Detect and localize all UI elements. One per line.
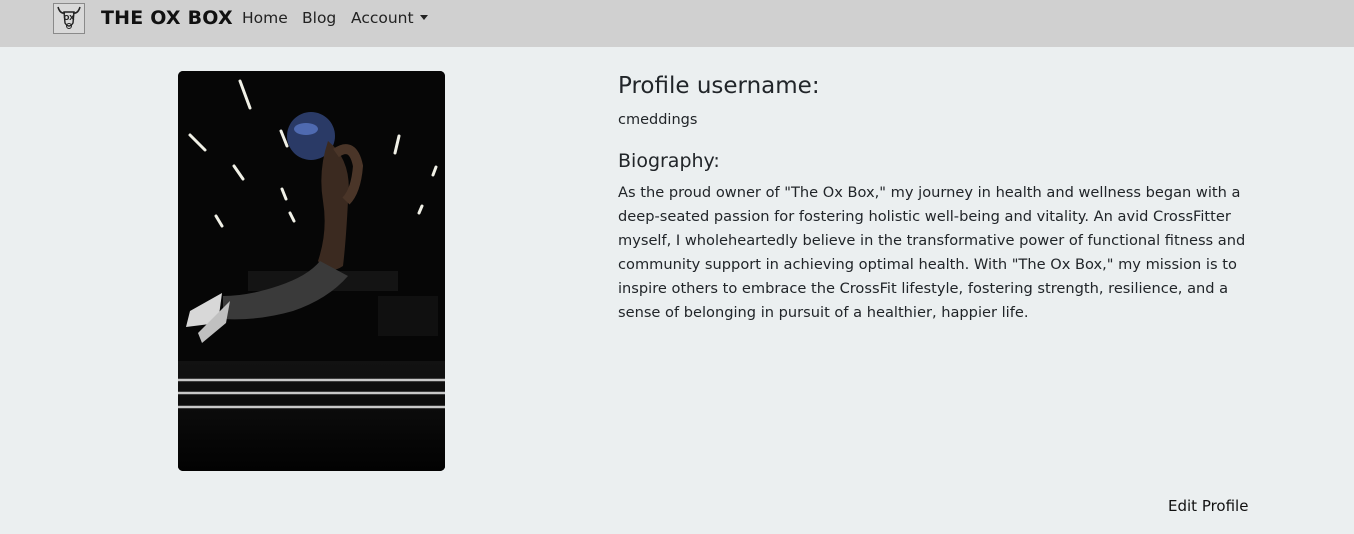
edit-profile-link[interactable]: Edit Profile <box>1168 497 1248 515</box>
profile-image <box>178 71 445 471</box>
biography-heading: Biography: <box>618 150 720 172</box>
biography-text: As the proud owner of "The Ox Box," my j… <box>618 184 1246 321</box>
ox-logo-icon[interactable]: OX <box>53 3 85 34</box>
navbar: OX THE OX BOX Home Blog Account <box>0 0 1354 47</box>
profile-username-heading: Profile username: <box>618 73 820 99</box>
nav-account-label: Account <box>351 9 414 27</box>
nav-home-link[interactable]: Home <box>242 9 288 27</box>
caret-down-icon <box>419 15 428 20</box>
nav-blog-link[interactable]: Blog <box>302 9 336 27</box>
brand-name[interactable]: THE OX BOX <box>101 7 233 29</box>
svg-text:OX: OX <box>63 14 75 22</box>
profile-username: cmeddings <box>618 112 698 128</box>
nav-account-dropdown[interactable]: Account <box>351 9 428 27</box>
